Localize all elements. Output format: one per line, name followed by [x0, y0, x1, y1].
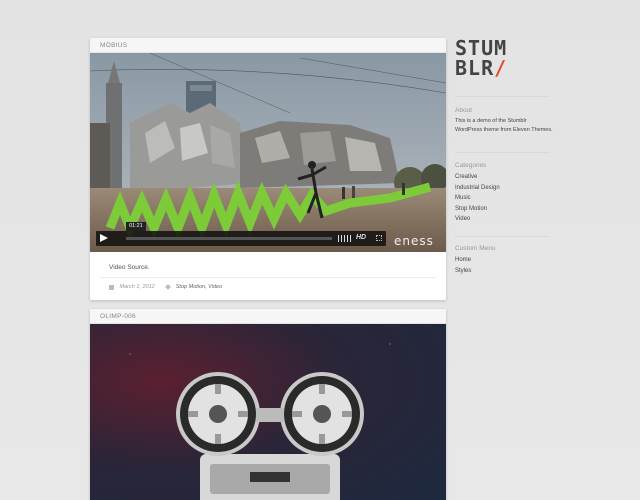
- fullscreen-icon[interactable]: [376, 235, 382, 241]
- calendar-icon: [109, 284, 114, 290]
- logo-line-1: STUM: [455, 36, 508, 60]
- logo-slash: /: [494, 56, 508, 80]
- tag-icon: [165, 284, 172, 290]
- video-brand-watermark: eness: [394, 234, 434, 248]
- post-date[interactable]: March 1, 2012: [120, 284, 155, 290]
- reel-to-reel-illustration: [129, 343, 391, 500]
- progress-bar[interactable]: [126, 237, 332, 240]
- post-title[interactable]: OLIMP-006: [90, 309, 446, 324]
- about-heading: About: [455, 107, 472, 114]
- category-stop-motion[interactable]: Stop Motion: [455, 204, 555, 215]
- post-tags[interactable]: Stop Motion, Video: [176, 284, 222, 290]
- categories-widget: Categories Creative Industrial Design Mu…: [455, 162, 555, 225]
- category-music[interactable]: Music: [455, 193, 555, 204]
- post-title[interactable]: MÖBIUS: [90, 38, 446, 53]
- post-meta: March 1, 2012 Stop Motion, Video: [100, 277, 436, 290]
- menu-item-home[interactable]: Home: [455, 255, 555, 266]
- logo-line-2: BLR/: [455, 58, 535, 78]
- video-controls: 01:21 HD: [96, 222, 386, 246]
- time-badge: 01:21: [126, 222, 146, 231]
- post-mobius: MÖBIUS 01:21 HD eness Video Source. Marc…: [90, 38, 446, 300]
- category-industrial-design[interactable]: Industrial Design: [455, 183, 555, 194]
- page: MÖBIUS 01:21 HD eness Video Source. Marc…: [0, 0, 640, 500]
- divider: [455, 96, 550, 97]
- categories-heading: Categories: [455, 162, 487, 169]
- custom-menu-heading: Custom Menu: [455, 245, 496, 252]
- site-logo[interactable]: STUM BLR/: [455, 38, 535, 78]
- category-video[interactable]: Video: [455, 214, 555, 225]
- menu-item-styles[interactable]: Styles: [455, 266, 555, 277]
- divider: [455, 236, 550, 237]
- video-player[interactable]: 01:21 HD eness: [90, 53, 446, 252]
- play-icon[interactable]: [100, 234, 108, 242]
- post-olimp: OLIMP-006: [90, 309, 446, 500]
- about-widget: About This is a demo of the Stumblr Word…: [455, 107, 555, 135]
- category-creative[interactable]: Creative: [455, 172, 555, 183]
- logo-text: BLR: [455, 56, 495, 80]
- volume-icon[interactable]: [338, 235, 352, 242]
- hd-toggle[interactable]: HD: [356, 234, 366, 241]
- post-caption: Video Source.: [90, 252, 446, 277]
- divider: [455, 152, 550, 153]
- post-image[interactable]: [90, 324, 446, 500]
- about-text: This is a demo of the Stumblr WordPress …: [455, 118, 553, 133]
- custom-menu-widget: Custom Menu Home Styles: [455, 245, 555, 276]
- video-source-link[interactable]: Video Source.: [109, 264, 150, 271]
